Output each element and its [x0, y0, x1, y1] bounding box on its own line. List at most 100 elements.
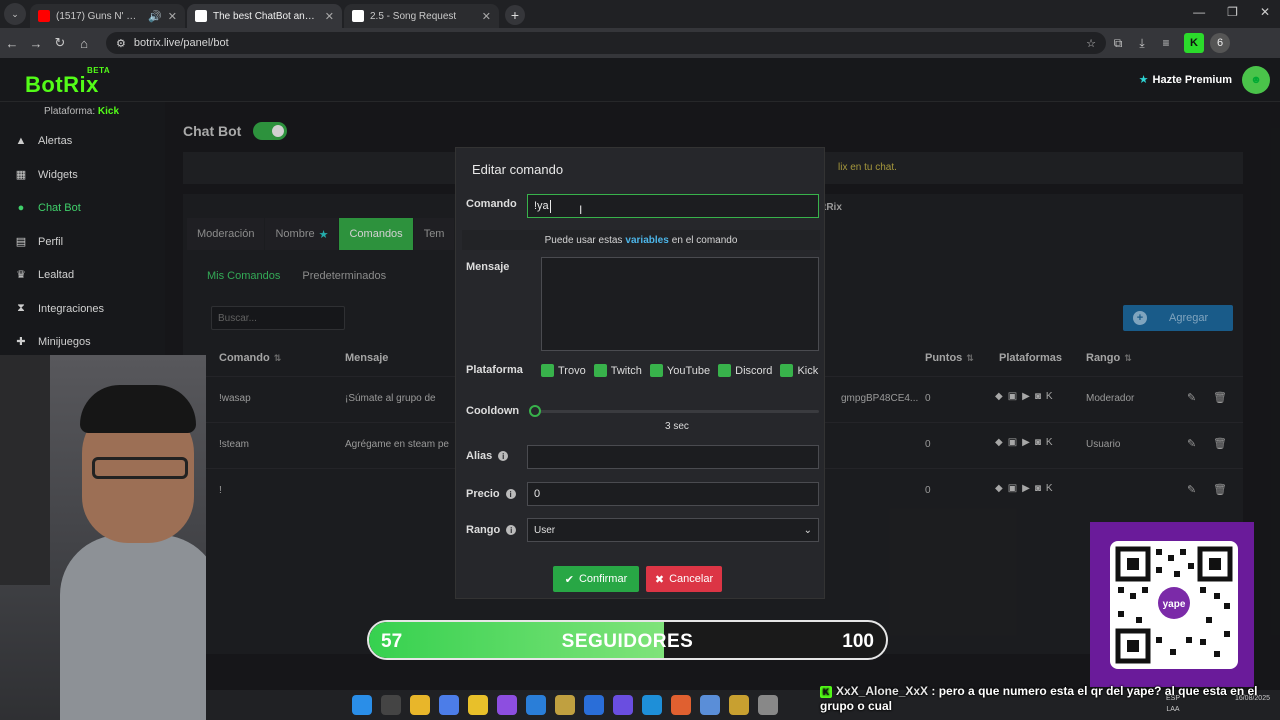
- url-text: botrix.live/panel/bot: [133, 37, 229, 49]
- chat-message-overlay: K XxX_Alone_XxX : pero a que numero esta …: [820, 684, 1275, 714]
- app-icon[interactable]: [729, 695, 749, 715]
- streamer-glasses: [92, 457, 188, 479]
- tab-label: 2.5 - Song Request: [370, 10, 457, 22]
- cooldown-slider-handle[interactable]: [529, 405, 541, 417]
- close-icon[interactable]: ✕: [168, 10, 177, 23]
- message-textarea[interactable]: [541, 257, 819, 351]
- checkbox-label: YouTube: [666, 364, 711, 377]
- sidebar-item-chat-bot[interactable]: ● Chat Bot: [14, 202, 81, 214]
- close-icon[interactable]: ✕: [482, 10, 491, 23]
- sidebar-item-label: Alertas: [38, 135, 73, 147]
- extensions-icon[interactable]: ⧉: [1106, 36, 1130, 51]
- checkbox-box: [593, 364, 607, 377]
- bookmark-star-icon[interactable]: ☆: [1086, 37, 1096, 50]
- yape-qr-panel: yape: [1090, 522, 1254, 687]
- home-icon[interactable]: ⌂: [72, 36, 96, 51]
- sidebar-item-widgets[interactable]: ▦ Widgets: [14, 168, 78, 182]
- info-icon[interactable]: i: [505, 489, 516, 499]
- checkbox-trovo[interactable]: Trovo: [541, 364, 586, 377]
- file-explorer-icon[interactable]: [468, 695, 488, 715]
- sidebar-item-integraciones[interactable]: ⧗ Integraciones: [14, 302, 104, 315]
- alias-input[interactable]: [527, 445, 819, 469]
- checkbox-youtube[interactable]: YouTube: [649, 364, 711, 377]
- restore-icon[interactable]: ❐: [1227, 5, 1238, 19]
- minimize-icon[interactable]: —: [1193, 5, 1205, 19]
- url-field[interactable]: ⚙ botrix.live/panel/bot ☆: [106, 32, 1106, 54]
- confirm-button[interactable]: ✔ Confirmar: [553, 566, 639, 592]
- alert-icon: ▲: [15, 135, 27, 147]
- close-window-icon[interactable]: ✕: [1260, 5, 1270, 19]
- site-info-icon[interactable]: ⚙: [116, 37, 126, 50]
- rank-select[interactable]: User ⌄: [527, 518, 819, 542]
- label-text: Mensaje: [466, 261, 510, 273]
- close-icon[interactable]: ✕: [325, 10, 334, 23]
- tab-search-dropdown[interactable]: ⌄: [4, 3, 26, 25]
- checkbox-box: [541, 364, 554, 377]
- streamer-hair: [80, 385, 196, 433]
- app-icon[interactable]: [758, 695, 778, 715]
- edge-icon[interactable]: [642, 695, 662, 715]
- copilot-icon[interactable]: [439, 695, 459, 715]
- windows-start-icon[interactable]: [352, 695, 372, 715]
- user-avatar[interactable]: ☻: [1242, 66, 1270, 94]
- sidebar-item-minijuegos[interactable]: ✚ Minijuegos: [14, 335, 90, 349]
- app-icon[interactable]: [555, 695, 575, 715]
- app-icon[interactable]: [584, 695, 604, 715]
- chrome-icon[interactable]: [410, 695, 430, 715]
- info-icon[interactable]: i: [506, 525, 517, 535]
- edit-command-modal: Editar comando Comando !ya I Puede usar …: [455, 147, 825, 599]
- label-text: Comando: [466, 198, 517, 210]
- kick-extension-icon[interactable]: K: [1184, 33, 1204, 53]
- back-icon[interactable]: ←: [0, 36, 24, 51]
- reload-icon[interactable]: ↻: [48, 35, 72, 51]
- variables-link[interactable]: variables: [625, 235, 668, 246]
- checkbox-twitch[interactable]: Twitch: [593, 364, 642, 377]
- checkbox-label: Kick: [797, 364, 819, 377]
- taskbar-icons: [352, 695, 778, 715]
- doc-favicon-icon: [352, 10, 364, 22]
- text-caret: [549, 199, 551, 213]
- sidebar-item-perfil[interactable]: ▤ Perfil: [14, 235, 63, 249]
- logo-text: BotRix: [25, 72, 99, 97]
- browser-tab-song-request[interactable]: 2.5 - Song Request ✕: [344, 4, 499, 28]
- browser-tab-bar: ⌄ (1517) Guns N' Roses - Nov 🔊 ✕ The bes…: [0, 0, 1280, 28]
- checkbox-kick[interactable]: Kick: [780, 364, 818, 377]
- variables-hint: Puede usar estas variables en el comando: [462, 230, 820, 250]
- app-icon[interactable]: [700, 695, 720, 715]
- sidebar-item-lealtad[interactable]: ♛ Lealtad: [14, 268, 74, 282]
- browser-tab-youtube[interactable]: (1517) Guns N' Roses - Nov 🔊 ✕: [30, 4, 185, 28]
- browser-tab-botrix[interactable]: The best ChatBot and Widgets ✕: [187, 4, 342, 28]
- cooldown-slider-track[interactable]: [534, 410, 819, 413]
- address-bar-row: ← → ↻ ⌂ ⚙ botrix.live/panel/bot ☆ ⧉ ⤓ ≡ …: [0, 28, 1280, 58]
- media-icon[interactable]: ≡: [1154, 36, 1178, 50]
- premium-link[interactable]: ★ Hazte Premium: [1139, 73, 1232, 86]
- integrations-icon: ⧗: [17, 302, 25, 314]
- command-value: !ya: [534, 200, 549, 212]
- button-label: Cancelar: [669, 573, 714, 585]
- webcam-background: [0, 355, 50, 585]
- command-input[interactable]: !ya: [527, 194, 819, 218]
- checkbox-box: [780, 364, 794, 377]
- tab-label: (1517) Guns N' Roses - Nov: [56, 10, 142, 22]
- checkbox-box: [718, 364, 732, 377]
- app-icon[interactable]: [671, 695, 691, 715]
- sidebar-item-alertas[interactable]: ▲ Alertas: [14, 135, 73, 147]
- forward-icon[interactable]: →: [24, 36, 48, 51]
- download-icon[interactable]: ⤓: [1130, 36, 1154, 51]
- followers-goal-bar: 57 SEGUIDORES 100: [367, 620, 888, 660]
- price-input[interactable]: 0: [527, 482, 819, 506]
- search-icon[interactable]: [381, 695, 401, 715]
- button-label: Confirmar: [578, 573, 628, 585]
- alias-label: Alias i: [466, 450, 509, 462]
- checkbox-label: Trovo: [558, 364, 586, 377]
- app-icon[interactable]: [613, 695, 633, 715]
- cancel-button[interactable]: ✖ Cancelar: [646, 566, 722, 592]
- checkbox-discord[interactable]: Discord: [718, 364, 772, 377]
- profile-avatar[interactable]: 6: [1210, 33, 1230, 53]
- vscode-icon[interactable]: [526, 695, 546, 715]
- visual-studio-icon[interactable]: [497, 695, 517, 715]
- info-icon[interactable]: i: [498, 451, 509, 461]
- qr-brand: yape: [1163, 599, 1186, 610]
- botrix-logo[interactable]: BotRix BETA: [25, 66, 110, 98]
- new-tab-button[interactable]: +: [505, 5, 525, 25]
